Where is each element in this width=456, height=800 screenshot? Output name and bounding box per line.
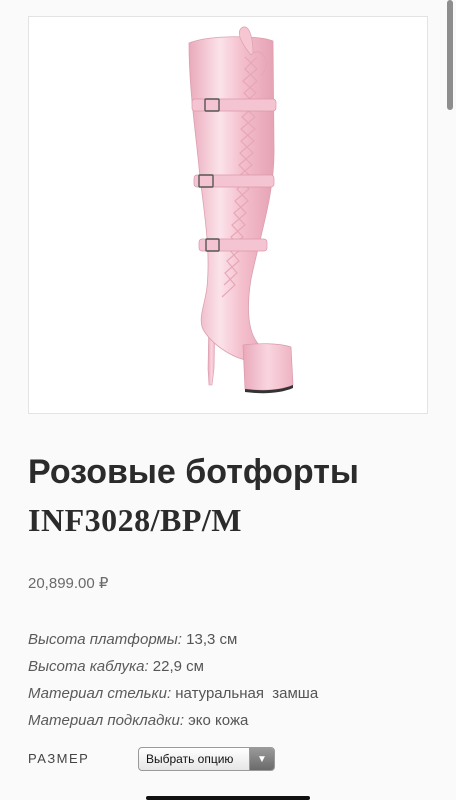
spec-value: натуральная замша [171,685,319,702]
spec-insole-material: Материал стельки: натуральная замша [28,680,438,707]
triangle-down-icon: ▼ [249,748,274,770]
spec-heel-height: Высота каблука: 22,9 см [28,653,438,680]
spec-value: эко кожа [183,712,249,729]
size-select-value: Выбрать опцию [146,752,234,766]
product-sku: INF3028/BP/M [28,502,242,538]
product-image [188,26,294,394]
product-specs: Высота платформы: 13,3 см Высота каблука… [28,626,438,734]
product-image-frame[interactable] [28,16,428,414]
size-label: РАЗМЕР [28,751,90,766]
spec-label: Высота каблука: [28,658,149,675]
scrollbar-thumb[interactable] [447,0,453,110]
spec-label: Материал стельки: [28,685,172,702]
spec-value: 13,3 см [181,631,238,648]
scrollbar[interactable] [446,0,454,800]
spec-label: Высота платформы: [28,631,182,648]
product-price: 20,899.00 ₽ [28,575,109,592]
spec-lining-material: Материал подкладки: эко кожа [28,707,438,734]
spec-platform-height: Высота платформы: 13,3 см [28,626,438,653]
size-select[interactable]: Выбрать опцию ▼ [138,747,275,771]
spec-label: Материал подкладки: [28,712,184,729]
spec-value: 22,9 см [148,658,204,675]
home-indicator [146,796,310,800]
product-title: Розовые ботфорты [28,453,359,491]
